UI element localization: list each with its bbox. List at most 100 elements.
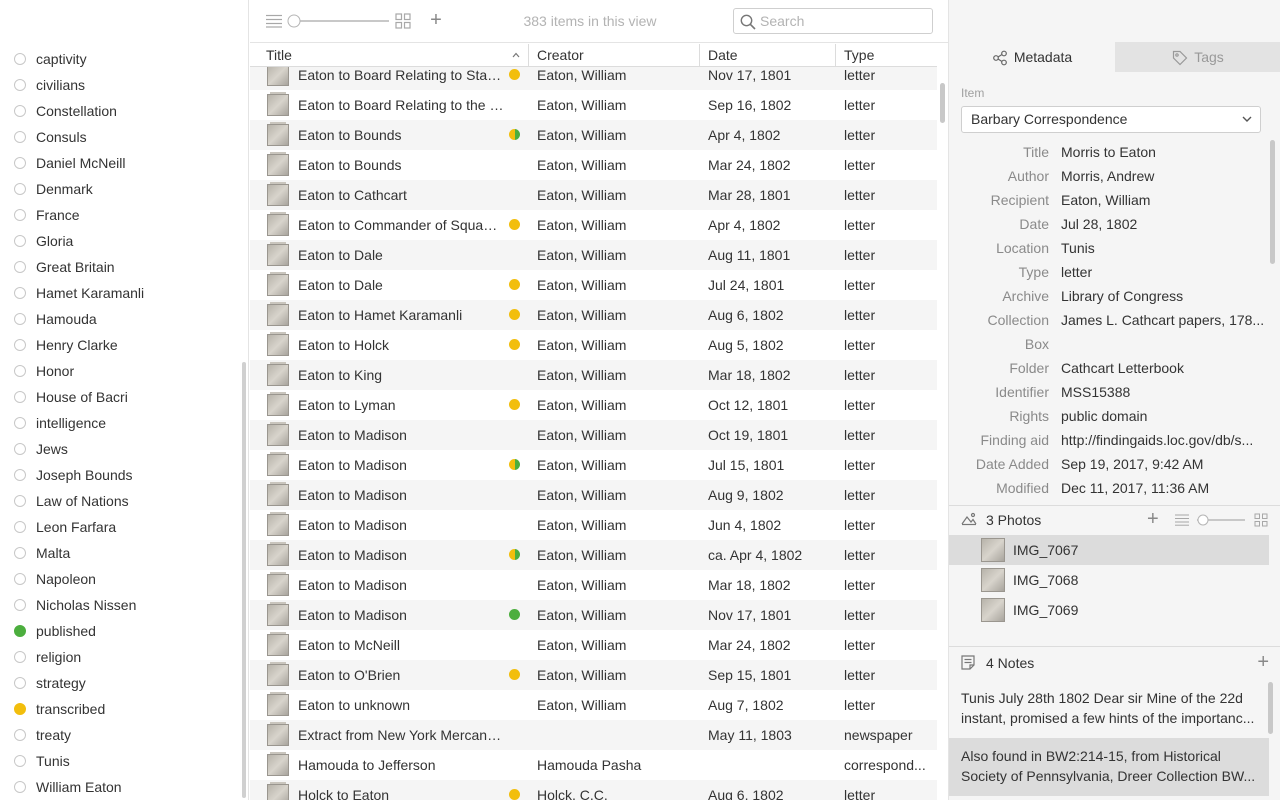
list-view-icon[interactable] (266, 14, 282, 28)
table-row[interactable]: Eaton to Dale Eaton, William Aug 11, 1801 l… (250, 240, 937, 270)
sidebar-tag-item[interactable]: civilians (0, 72, 240, 98)
sidebar-tag-item[interactable]: strategy (0, 670, 240, 696)
metadata-value[interactable]: MSS15388 (1061, 380, 1275, 404)
sidebar-tag-item[interactable]: Hamet Karamanli (0, 280, 240, 306)
tag-color-dot (14, 599, 26, 611)
table-row[interactable]: Eaton to Madison Eaton, William Nov 17, 18… (250, 600, 937, 630)
add-note-icon[interactable]: + (1257, 649, 1269, 675)
sidebar-tag-item[interactable]: Leon Farfara (0, 514, 240, 540)
sidebar-tag-item[interactable]: Law of Nations (0, 488, 240, 514)
table-row[interactable]: Eaton to Madison Eaton, William Aug 9, 180… (250, 480, 937, 510)
sidebar-tag-item[interactable]: transcribed (0, 696, 240, 722)
cell-type: letter (844, 157, 876, 173)
metadata-value[interactable]: public domain (1061, 404, 1275, 428)
sidebar-scrollbar[interactable] (242, 362, 246, 798)
table-row[interactable]: Eaton to O'Brien Eaton, William Sep 15, 18… (250, 660, 937, 690)
add-photo-icon[interactable]: + (1147, 506, 1159, 532)
sidebar-tag-item[interactable]: Joseph Bounds (0, 462, 240, 488)
cell-date: Jul 24, 1801 (708, 277, 785, 293)
sidebar-tag-item[interactable]: captivity (0, 46, 240, 72)
metadata-value[interactable]: Morris to Eaton (1061, 140, 1275, 164)
table-row[interactable]: Eaton to Bounds Eaton, William Mar 24, 180… (250, 150, 937, 180)
table-row[interactable]: Eaton to unknown Eaton, William Aug 7, 180… (250, 690, 937, 720)
tab-metadata[interactable]: Metadata (949, 42, 1115, 72)
table-row[interactable]: Eaton to Commander of Squadr... Eaton, Wi… (250, 210, 937, 240)
sidebar-tag-item[interactable]: Tunis (0, 748, 240, 774)
tab-tags[interactable]: Tags (1115, 42, 1280, 72)
search-input[interactable] (760, 12, 928, 30)
photo-item[interactable]: IMG_7067 (949, 535, 1269, 565)
metadata-value[interactable]: Morris, Andrew (1061, 164, 1275, 188)
table-row[interactable]: Holck to Eaton Holck, C.C. Aug 6, 1802 lett… (250, 780, 937, 800)
sidebar-tag-item[interactable]: France (0, 202, 240, 228)
metadata-value[interactable]: Dec 11, 2017, 11:36 AM (1061, 476, 1275, 500)
metadata-value[interactable]: Jul 28, 1802 (1061, 212, 1275, 236)
grid-view-icon[interactable] (395, 13, 411, 29)
note-item[interactable]: Also found in BW2:214-15, from Historica… (949, 738, 1269, 796)
column-header-creator[interactable]: Creator (528, 44, 699, 67)
photo-list-view-icon[interactable] (1175, 514, 1189, 526)
sidebar-tag-label: civilians (36, 77, 86, 93)
photo-grid-view-icon[interactable] (1254, 513, 1268, 527)
metadata-value[interactable]: letter (1061, 260, 1275, 284)
sidebar-tag-item[interactable]: House of Bacri (0, 384, 240, 410)
sidebar-tag-item[interactable]: Constellation (0, 98, 240, 124)
sidebar-tag-item[interactable]: Honor (0, 358, 240, 384)
column-header-type[interactable]: Type (835, 44, 937, 67)
table-row[interactable]: Eaton to Bounds Eaton, William Apr 4, 1802… (250, 120, 937, 150)
table-row[interactable]: Hamouda to Jefferson Hamouda Pasha corresp… (250, 750, 937, 780)
metadata-value[interactable]: Eaton, William (1061, 188, 1275, 212)
table-row[interactable]: Eaton to Madison Eaton, William ca. Apr 4,… (250, 540, 937, 570)
metadata-value[interactable]: Sep 19, 2017, 9:42 AM (1061, 452, 1275, 476)
metadata-value[interactable]: James L. Cathcart papers, 178... (1061, 308, 1275, 332)
add-item-icon[interactable]: + (427, 10, 445, 30)
table-row[interactable]: Eaton to King Eaton, William Mar 18, 1802 l… (250, 360, 937, 390)
table-row[interactable]: Eaton to Holck Eaton, William Aug 5, 1802 l… (250, 330, 937, 360)
table-row[interactable]: Eaton to McNeill Eaton, William Mar 24, 18… (250, 630, 937, 660)
metadata-scrollbar[interactable] (1270, 140, 1275, 264)
metadata-value[interactable]: http://findingaids.loc.gov/db/s... (1061, 428, 1275, 452)
table-row[interactable]: Eaton to Madison Eaton, William Jun 4, 180… (250, 510, 937, 540)
search-box[interactable] (733, 8, 933, 34)
photo-size-slider[interactable] (1195, 514, 1247, 526)
column-header-date[interactable]: Date (699, 44, 835, 67)
table-row[interactable]: Eaton to Hamet Karamanli Eaton, William Au… (250, 300, 937, 330)
table-row[interactable]: Eaton to Cathcart Eaton, William Mar 28, 1… (250, 180, 937, 210)
table-row[interactable]: Eaton to Lyman Eaton, William Oct 12, 1801… (250, 390, 937, 420)
sidebar-tag-item[interactable]: treaty (0, 722, 240, 748)
item-type-select[interactable]: Barbary Correspondence (961, 106, 1261, 133)
table-row[interactable]: Eaton to Madison Eaton, William Mar 18, 18… (250, 570, 937, 600)
table-row[interactable]: Eaton to Dale Eaton, William Jul 24, 1801 l… (250, 270, 937, 300)
column-header-title[interactable]: Title (258, 44, 528, 67)
table-row[interactable]: Eaton to Board Relating to the Unit... Ea… (250, 90, 937, 120)
table-row[interactable]: Extract from New York Mercantile ... May … (250, 720, 937, 750)
sidebar-tag-item[interactable]: Denmark (0, 176, 240, 202)
table-row[interactable]: Eaton to Madison Eaton, William Jul 15, 18… (250, 450, 937, 480)
photo-item[interactable]: IMG_7069 (949, 595, 1280, 625)
note-item[interactable]: Tunis July 28th 1802 Dear sir Mine of th… (949, 680, 1269, 738)
sidebar-tag-item[interactable]: Daniel McNeill (0, 150, 240, 176)
sidebar-tag-item[interactable]: religion (0, 644, 240, 670)
notes-scrollbar[interactable] (1268, 682, 1273, 734)
sidebar-tag-item[interactable]: Napoleon (0, 566, 240, 592)
sidebar-tag-item[interactable]: Nicholas Nissen (0, 592, 240, 618)
table-row[interactable]: Eaton to Madison Eaton, William Oct 19, 18… (250, 420, 937, 450)
photo-item[interactable]: IMG_7068 (949, 565, 1280, 595)
metadata-value[interactable]: Cathcart Letterbook (1061, 356, 1275, 380)
sidebar-tag-item[interactable]: Jews (0, 436, 240, 462)
table-row[interactable]: Eaton to Board Relating to State... Eaton… (250, 67, 937, 90)
cell-date (708, 750, 833, 780)
metadata-value[interactable]: Library of Congress (1061, 284, 1275, 308)
sidebar-tag-item[interactable]: Great Britain (0, 254, 240, 280)
sidebar-tag-item[interactable]: Gloria (0, 228, 240, 254)
sidebar-tag-item[interactable]: published (0, 618, 240, 644)
sidebar-tag-item[interactable]: intelligence (0, 410, 240, 436)
sidebar-tag-item[interactable]: William Eaton (0, 774, 240, 800)
metadata-value[interactable]: Tunis (1061, 236, 1275, 260)
thumbnail-size-slider[interactable] (287, 14, 391, 28)
sidebar-tag-item[interactable]: Malta (0, 540, 240, 566)
sidebar-tag-item[interactable]: Henry Clarke (0, 332, 240, 358)
sidebar-tag-item[interactable]: Hamouda (0, 306, 240, 332)
list-scrollbar[interactable] (940, 83, 945, 123)
sidebar-tag-item[interactable]: Consuls (0, 124, 240, 150)
